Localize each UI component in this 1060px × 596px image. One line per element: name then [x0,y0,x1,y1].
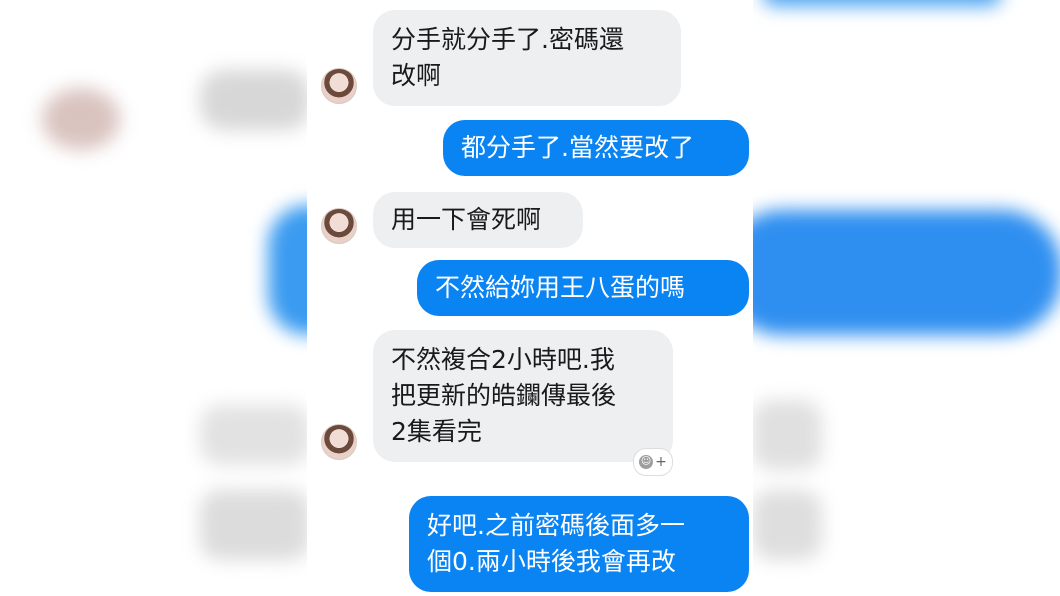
message-incoming: 不然複合2小時吧.我 把更新的皓鑭傳最後 2集看完 ☺ + [307,330,753,476]
blurred-bubble [752,210,1060,335]
reaction-plus: + [655,454,667,470]
contact-avatar[interactable] [321,68,357,104]
message-incoming: 用一下會死啊 [307,192,753,250]
blurred-bubble [268,205,310,335]
message-outgoing: 不然給妳用王八蛋的嗎 [307,260,753,318]
blurred-bubble [752,400,822,470]
message-incoming: 分手就分手了.密碼還 改啊 [307,10,753,106]
contact-avatar[interactable] [321,424,357,460]
blurred-background-left [0,0,310,596]
blurred-bubble [762,0,1002,6]
blurred-bubble [752,490,822,560]
message-bubble[interactable]: 不然複合2小時吧.我 把更新的皓鑭傳最後 2集看完 [373,330,673,462]
add-reaction-button[interactable]: ☺ + [633,448,673,476]
contact-avatar[interactable] [321,208,357,244]
message-bubble[interactable]: 分手就分手了.密碼還 改啊 [373,10,681,106]
blurred-avatar [42,88,120,150]
add-reaction-icon: ☺ [639,455,654,469]
chat-thread: 分手就分手了.密碼還 改啊 都分手了.當然要改了 用一下會死啊 不然給妳用王八蛋… [307,0,753,596]
message-bubble[interactable]: 好吧.之前密碼後面多一 個0.兩小時後我會再改 [409,496,749,592]
blurred-bubble [200,70,310,130]
message-bubble[interactable]: 不然給妳用王八蛋的嗎 [417,260,749,316]
blurred-bubble [200,405,310,465]
blurred-background-right [752,0,1060,596]
message-outgoing: 好吧.之前密碼後面多一 個0.兩小時後我會再改 [307,496,753,592]
blurred-bubble [200,490,310,560]
message-bubble[interactable]: 都分手了.當然要改了 [443,120,749,176]
message-bubble[interactable]: 用一下會死啊 [373,192,583,248]
message-outgoing: 都分手了.當然要改了 [307,120,753,178]
